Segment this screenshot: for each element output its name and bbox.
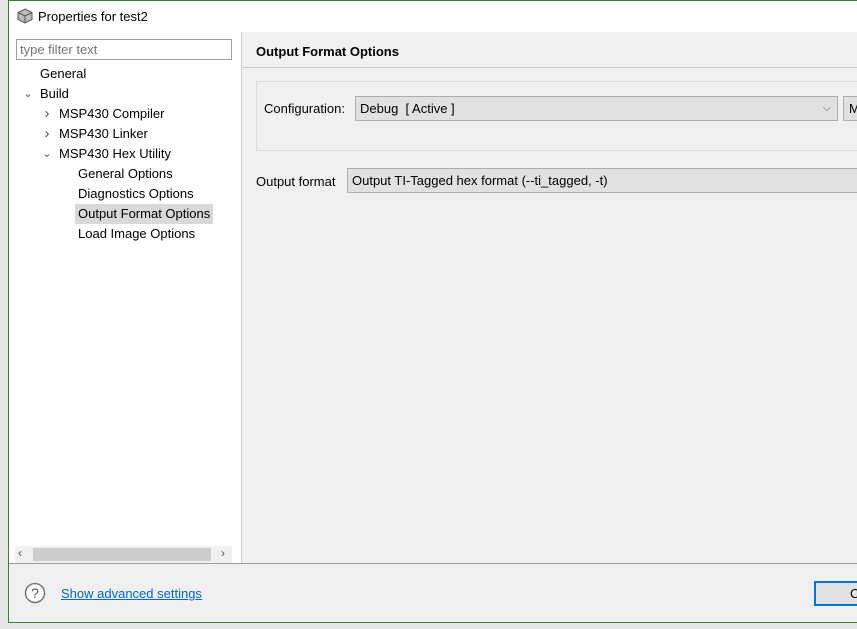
tree-item[interactable]: MSP430 Compiler — [56, 104, 168, 124]
dialog-footer: ? Show advanced settings C — [9, 563, 857, 624]
show-advanced-settings-link[interactable]: Show advanced settings — [61, 586, 202, 601]
chevron-right-icon[interactable]: › — [41, 124, 53, 144]
chevron-down-icon[interactable]: ⌄ — [22, 84, 34, 104]
tree-item[interactable]: Build — [37, 84, 72, 104]
properties-dialog: Properties for test2 General⌄Build›MSP43… — [8, 0, 857, 623]
cube-icon — [17, 8, 33, 24]
tree-item[interactable]: General — [37, 64, 89, 84]
tree-item[interactable]: General Options — [75, 164, 176, 184]
filter-input[interactable] — [16, 39, 232, 60]
chevron-right-icon[interactable]: › — [41, 104, 53, 124]
configuration-value: Debug [ Active ] — [360, 101, 455, 116]
configuration-select[interactable]: Debug [ Active ] ⌵ — [355, 96, 838, 121]
settings-page: Output Format Options Configuration: Deb… — [243, 32, 857, 563]
tree-item[interactable]: MSP430 Linker — [56, 124, 151, 144]
configuration-group: Configuration: Debug [ Active ] ⌵ M — [256, 81, 857, 151]
scroll-left-icon[interactable]: ‹ — [18, 546, 22, 560]
svg-text:?: ? — [31, 585, 39, 601]
chevron-down-icon: ⌵ — [822, 102, 831, 114]
horizontal-scrollbar[interactable]: ‹ › — [15, 546, 232, 563]
page-title: Output Format Options — [256, 44, 399, 59]
title-bar: Properties for test2 — [9, 1, 857, 32]
configuration-label: Configuration: — [264, 101, 345, 116]
output-format-select[interactable]: Output TI-Tagged hex format (--ti_tagged… — [347, 168, 857, 193]
tree-item[interactable]: MSP430 Hex Utility — [56, 144, 174, 164]
tree-item[interactable]: Diagnostics Options — [75, 184, 197, 204]
dialog-button[interactable]: C — [814, 581, 857, 606]
scrollbar-thumb[interactable] — [33, 548, 211, 561]
tree-item[interactable]: Load Image Options — [75, 224, 198, 244]
question-circle-icon[interactable]: ? — [24, 582, 46, 604]
divider — [243, 67, 857, 68]
navigation-tree: General⌄Build›MSP430 Compiler›MSP430 Lin… — [9, 32, 242, 563]
tree-item[interactable]: Output Format Options — [75, 204, 214, 224]
manage-configurations-button[interactable]: M — [843, 96, 857, 121]
scroll-right-icon[interactable]: › — [221, 546, 225, 560]
chevron-down-icon[interactable]: ⌄ — [41, 144, 53, 164]
window-title: Properties for test2 — [38, 9, 148, 24]
output-format-label: Output format — [256, 174, 336, 189]
